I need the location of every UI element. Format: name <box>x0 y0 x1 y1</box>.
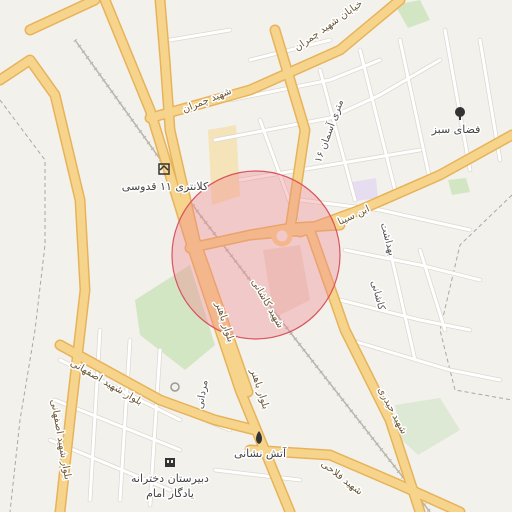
poi-label: آتش نشانی <box>234 446 287 460</box>
map-view[interactable]: خیابان شهید چمران شهید چمران ۱۶ متری آسم… <box>0 0 512 512</box>
highlight-area[interactable] <box>171 170 341 340</box>
poi-label: دبیرستان دخترانه <box>131 472 209 485</box>
poi-label: یادگار امام <box>146 487 194 500</box>
poi-label: فضای سبز <box>431 123 481 136</box>
school-icon <box>165 458 175 467</box>
poi-label: کلانتری ۱۱ قدوسی <box>122 180 209 193</box>
map-canvas[interactable]: خیابان شهید چمران شهید چمران ۱۶ متری آسم… <box>0 0 512 512</box>
